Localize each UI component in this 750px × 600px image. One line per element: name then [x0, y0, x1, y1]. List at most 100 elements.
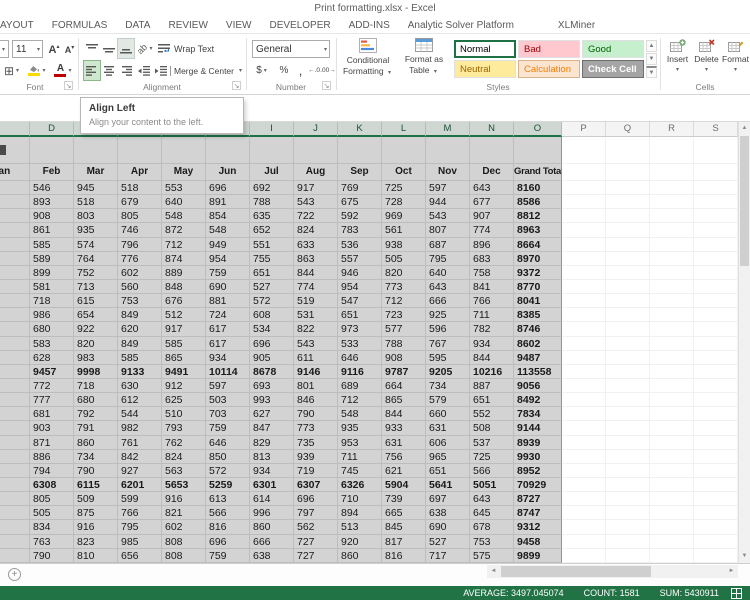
cell[interactable] — [650, 308, 694, 322]
cell[interactable] — [562, 308, 606, 322]
cell[interactable]: 665 — [382, 506, 426, 520]
cell[interactable]: 985 — [118, 535, 162, 549]
insert-cells-button[interactable]: Insert ▾ — [664, 39, 691, 73]
cell[interactable]: 954 — [206, 252, 250, 266]
cell[interactable]: 597 — [206, 379, 250, 393]
cell[interactable]: 805 — [30, 492, 74, 506]
cell[interactable] — [0, 520, 30, 534]
cell[interactable]: 801 — [294, 379, 338, 393]
cell[interactable]: 881 — [206, 294, 250, 308]
cell[interactable]: 8602 — [514, 337, 562, 351]
cell-jan-clipped[interactable]: Jan — [0, 164, 30, 181]
increase-indent-button[interactable] — [153, 61, 169, 80]
cell[interactable]: 872 — [162, 223, 206, 237]
cell[interactable]: 745 — [338, 464, 382, 478]
cell[interactable]: 713 — [74, 280, 118, 294]
horizontal-scroll-thumb[interactable] — [501, 566, 651, 577]
cell[interactable]: 547 — [338, 294, 382, 308]
cell[interactable]: 759 — [206, 266, 250, 280]
cell[interactable] — [0, 351, 30, 365]
cell[interactable]: 503 — [206, 393, 250, 407]
cell[interactable]: 710 — [338, 492, 382, 506]
decrease-indent-button[interactable] — [136, 61, 152, 80]
cell[interactable]: 848 — [162, 280, 206, 294]
cell[interactable] — [514, 137, 562, 164]
cell[interactable]: 8385 — [514, 308, 562, 322]
cell[interactable]: 841 — [470, 280, 514, 294]
center-button[interactable] — [101, 61, 117, 80]
cell[interactable]: 844 — [470, 351, 514, 365]
cell[interactable]: 807 — [426, 223, 470, 237]
cell[interactable] — [562, 407, 606, 421]
cell[interactable] — [562, 294, 606, 308]
cell[interactable]: 849 — [118, 308, 162, 322]
number-format-dropdown[interactable]: General ▾ — [252, 40, 330, 58]
cell[interactable]: 821 — [162, 506, 206, 520]
cell[interactable]: 719 — [294, 464, 338, 478]
cell[interactable] — [650, 407, 694, 421]
cell[interactable] — [382, 137, 426, 164]
column-header-k[interactable]: K — [338, 122, 382, 137]
cell[interactable] — [606, 520, 650, 534]
cell[interactable]: 796 — [118, 238, 162, 252]
horizontal-scrollbar[interactable]: ◄ ► — [487, 565, 738, 578]
sheet-row[interactable]: 5817135608486905277749547736438418770 — [0, 280, 738, 294]
cell[interactable]: 596 — [426, 322, 470, 336]
cell[interactable] — [650, 137, 694, 164]
cell[interactable]: 844 — [382, 407, 426, 421]
cell[interactable]: 508 — [470, 421, 514, 435]
cell[interactable]: 939 — [294, 450, 338, 464]
sheet-row[interactable]: 5838208495856176965435337887679348602 — [0, 337, 738, 351]
cell[interactable]: 934 — [206, 351, 250, 365]
cell[interactable]: 813 — [250, 450, 294, 464]
cell[interactable]: 566 — [470, 464, 514, 478]
cell[interactable] — [694, 535, 738, 549]
cell[interactable]: 6326 — [338, 478, 382, 492]
ribbon-tab-analytic-solver-platform[interactable]: Analytic Solver Platform — [399, 20, 523, 31]
cell[interactable]: 575 — [470, 549, 514, 563]
cell[interactable]: 664 — [382, 379, 426, 393]
cell[interactable]: 666 — [426, 294, 470, 308]
cell[interactable] — [606, 337, 650, 351]
cell[interactable]: 599 — [118, 492, 162, 506]
ribbon-tab-view[interactable]: VIEW — [217, 20, 261, 31]
column-header-s[interactable]: S — [694, 122, 738, 137]
cell[interactable]: 945 — [74, 181, 118, 195]
cell[interactable]: 8939 — [514, 436, 562, 450]
cell[interactable] — [694, 506, 738, 520]
cell[interactable] — [650, 379, 694, 393]
cell[interactable]: 546 — [30, 181, 74, 195]
sheet-row[interactable]: 5855747967129495516335369386878968664 — [0, 238, 738, 252]
cell[interactable]: 638 — [426, 506, 470, 520]
cell[interactable] — [650, 195, 694, 209]
cell[interactable]: 505 — [382, 252, 426, 266]
cell[interactable]: 725 — [470, 450, 514, 464]
cell[interactable] — [206, 137, 250, 164]
cell[interactable]: 777 — [30, 393, 74, 407]
cell[interactable]: 693 — [250, 379, 294, 393]
cell[interactable]: 783 — [338, 223, 382, 237]
cell[interactable]: 628 — [30, 351, 74, 365]
cell[interactable]: 788 — [382, 337, 426, 351]
cell[interactable]: 646 — [338, 351, 382, 365]
cell[interactable] — [694, 252, 738, 266]
cell[interactable]: 816 — [382, 549, 426, 563]
cell[interactable]: 566 — [206, 506, 250, 520]
cell[interactable]: 505 — [30, 506, 74, 520]
cell[interactable]: 735 — [294, 436, 338, 450]
scroll-up-icon[interactable]: ▲ — [739, 122, 750, 135]
cell[interactable]: 631 — [382, 436, 426, 450]
cell[interactable]: 625 — [162, 393, 206, 407]
cell[interactable]: 5641 — [426, 478, 470, 492]
cell[interactable]: 651 — [426, 464, 470, 478]
cell[interactable]: 6308 — [30, 478, 74, 492]
cell[interactable]: 690 — [426, 520, 470, 534]
cell[interactable]: 518 — [118, 181, 162, 195]
cell[interactable] — [606, 436, 650, 450]
cell[interactable]: 927 — [118, 464, 162, 478]
cell[interactable] — [562, 223, 606, 237]
cell[interactable]: 773 — [382, 280, 426, 294]
cell[interactable] — [694, 266, 738, 280]
cell[interactable]: 574 — [74, 238, 118, 252]
cell[interactable]: 617 — [206, 337, 250, 351]
